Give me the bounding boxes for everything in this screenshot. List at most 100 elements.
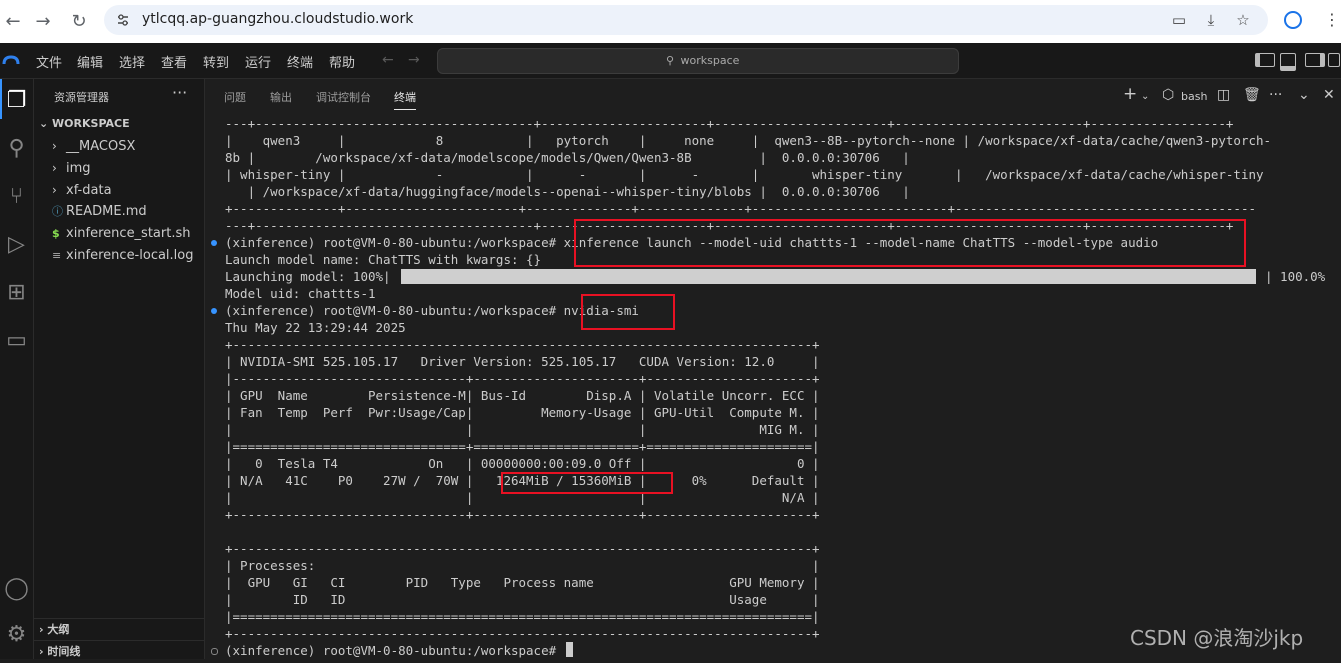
terminal-line: | GPU GI CI PID Type Process name GPU Me… bbox=[225, 575, 820, 590]
shell-name[interactable]: bash bbox=[1181, 90, 1207, 103]
chevron-down-icon: ⌄ bbox=[39, 117, 53, 130]
toggle-secondary-sidebar-icon[interactable] bbox=[1305, 53, 1325, 67]
terminal-line: +-------------------------------+-------… bbox=[225, 507, 820, 522]
chevron-right-icon: › bbox=[52, 183, 57, 197]
terminal-line: | qwen3 | 8 | pytorch | none | qwen3--8B… bbox=[225, 133, 1272, 148]
prompt-success-dot bbox=[211, 240, 217, 246]
address-bar[interactable]: ytlcqq.ap-guangzhou.cloudstudio.work ▭ ⤓… bbox=[104, 5, 1268, 35]
trash-icon[interactable]: 🗑 bbox=[1243, 87, 1261, 103]
terminal-line: |===============================+=======… bbox=[225, 439, 820, 454]
tree-item-label: xinference_start.sh bbox=[66, 226, 191, 241]
terminal-line: Thu May 22 13:29:44 2025 bbox=[225, 320, 406, 335]
terminal-line: | GPU Name Persistence-M| Bus-Id Disp.A … bbox=[225, 388, 820, 403]
back-icon[interactable]: ← bbox=[0, 9, 26, 35]
search-icon[interactable]: ⚲ bbox=[0, 129, 33, 169]
more-icon[interactable]: ⋮ bbox=[1324, 10, 1340, 29]
sidebar-title: 资源管理器 bbox=[54, 91, 109, 104]
menu-go[interactable]: 转到 bbox=[203, 52, 229, 71]
timeline-label: 时间线 bbox=[47, 645, 81, 658]
terminal-line: | Processes: | bbox=[225, 558, 820, 573]
command-center[interactable]: ⚲ workspace bbox=[437, 48, 959, 74]
url-text: ytlcqq.ap-guangzhou.cloudstudio.work bbox=[142, 11, 414, 27]
chevron-right-icon: › bbox=[39, 623, 48, 636]
terminal-line: Launching model: 100%| bbox=[225, 269, 391, 284]
menu-selection[interactable]: 选择 bbox=[119, 52, 145, 71]
terminal-line: +---------------------------------------… bbox=[225, 541, 820, 556]
run-debug-icon[interactable]: ▷ bbox=[0, 225, 33, 265]
chevron-right-icon: › bbox=[39, 645, 48, 658]
workspace-section[interactable]: ⌄ WORKSPACE bbox=[39, 117, 130, 130]
source-control-icon[interactable]: ⑂ bbox=[0, 177, 33, 217]
tab-output[interactable]: 输出 bbox=[270, 89, 292, 105]
bottom-panel: 问题 输出 调试控制台 终端 + ⌄ ⬡ bash ◫ 🗑 ··· ⌄ ✕ --… bbox=[205, 79, 1341, 659]
outline-label: 大纲 bbox=[47, 623, 70, 636]
highlight-box-memory-usage bbox=[501, 472, 673, 494]
more-icon[interactable]: ··· bbox=[1269, 87, 1282, 103]
terminal-cursor bbox=[565, 642, 573, 657]
tree-item-label: README.md bbox=[66, 204, 147, 219]
highlight-box-nvidia-smi bbox=[581, 294, 675, 330]
manage-gear-icon[interactable]: ⚙ bbox=[0, 615, 33, 655]
terminal-output[interactable]: ---+------------------------------------… bbox=[211, 115, 1341, 659]
forward-icon[interactable]: → bbox=[30, 9, 56, 35]
chevron-down-icon[interactable]: ⌄ bbox=[1298, 87, 1310, 103]
tree-item-label: img bbox=[66, 161, 91, 176]
profile-icon[interactable] bbox=[1284, 11, 1302, 29]
menu-terminal[interactable]: 终端 bbox=[287, 52, 313, 71]
info-file-icon: ⓘ bbox=[52, 205, 63, 218]
menu-view[interactable]: 查看 bbox=[161, 52, 187, 71]
tree-file-log[interactable]: ≡ xinference-local.log bbox=[52, 245, 194, 267]
explorer-icon[interactable]: ❐ bbox=[0, 81, 33, 121]
more-actions-icon[interactable]: ··· bbox=[172, 83, 187, 102]
tree-item-label: xf-data bbox=[66, 183, 112, 198]
remote-explorer-icon[interactable]: ▭ bbox=[0, 321, 33, 361]
menu-help[interactable]: 帮助 bbox=[329, 52, 355, 71]
install-icon[interactable]: ⤓ bbox=[1200, 9, 1222, 31]
toggle-sidebar-icon[interactable] bbox=[1255, 53, 1275, 67]
prompt-text: (xinference) root@VM-0-80-ubuntu:/worksp… bbox=[225, 643, 564, 658]
account-icon[interactable]: ◯ bbox=[0, 569, 33, 609]
tab-problems[interactable]: 问题 bbox=[224, 89, 246, 105]
nav-back-icon[interactable]: ← bbox=[382, 52, 394, 68]
menu-run[interactable]: 运行 bbox=[245, 52, 271, 71]
terminal-line: ---+------------------------------------… bbox=[225, 116, 1234, 131]
menu-file[interactable]: 文件 bbox=[36, 52, 62, 71]
outline-section[interactable]: › 大纲 bbox=[34, 618, 204, 641]
tree-folder-macosx[interactable]: › __MACOSX bbox=[52, 135, 135, 157]
customize-layout-icon[interactable] bbox=[1328, 53, 1340, 67]
tree-folder-img[interactable]: › img bbox=[52, 157, 91, 179]
extensions-icon[interactable]: ⊞ bbox=[0, 273, 33, 313]
terminal-line: | Fan Temp Perf Pwr:Usage/Cap| Memory-Us… bbox=[225, 405, 820, 420]
tab-terminal[interactable]: 终端 bbox=[394, 89, 416, 110]
split-terminal-icon[interactable]: ◫ bbox=[1217, 87, 1230, 103]
reload-icon[interactable]: ↻ bbox=[66, 9, 92, 35]
reading-list-icon[interactable]: ▭ bbox=[1168, 9, 1190, 31]
tree-file-readme[interactable]: ⓘ README.md bbox=[52, 201, 147, 223]
nav-forward-icon[interactable]: → bbox=[408, 52, 420, 68]
terminal-line: +---------------------------------------… bbox=[225, 337, 820, 352]
close-icon[interactable]: ✕ bbox=[1323, 87, 1335, 103]
terminal-line: |-------------------------------+-------… bbox=[225, 371, 820, 386]
terminal-line: (xinference) root@VM-0-80-ubuntu:/worksp… bbox=[211, 302, 639, 319]
workspace-label: WORKSPACE bbox=[52, 117, 130, 130]
tree-folder-xf-data[interactable]: › xf-data bbox=[52, 179, 112, 201]
prompt-idle-dot bbox=[211, 648, 218, 655]
tree-file-start-sh[interactable]: $ xinference_start.sh bbox=[52, 223, 190, 245]
progress-suffix: | 100.0% bbox=[1265, 269, 1326, 284]
terminal-line: +--------------+-----------------------+… bbox=[225, 201, 1257, 216]
terminal-line: |=======================================… bbox=[225, 609, 820, 624]
terminal-line: | ID ID Usage | bbox=[225, 592, 820, 607]
tab-debug-console[interactable]: 调试控制台 bbox=[316, 89, 371, 105]
star-icon[interactable]: ☆ bbox=[1232, 9, 1254, 31]
tree-item-label: xinference-local.log bbox=[66, 248, 194, 263]
new-terminal-icon[interactable]: + bbox=[1123, 84, 1137, 104]
menu-edit[interactable]: 编辑 bbox=[77, 52, 103, 71]
toggle-panel-icon[interactable] bbox=[1280, 53, 1296, 71]
chevron-right-icon: › bbox=[52, 161, 57, 175]
activity-bar: ❐ ⚲ ⑂ ▷ ⊞ ▭ ◯ ⚙ bbox=[0, 79, 34, 659]
chevron-right-icon: › bbox=[52, 139, 57, 153]
timeline-section[interactable]: › 时间线 bbox=[34, 640, 204, 663]
site-info-icon[interactable] bbox=[116, 12, 130, 26]
terminal-line: Model uid: chattts-1 bbox=[225, 286, 376, 301]
chevron-down-icon[interactable]: ⌄ bbox=[1141, 91, 1149, 102]
